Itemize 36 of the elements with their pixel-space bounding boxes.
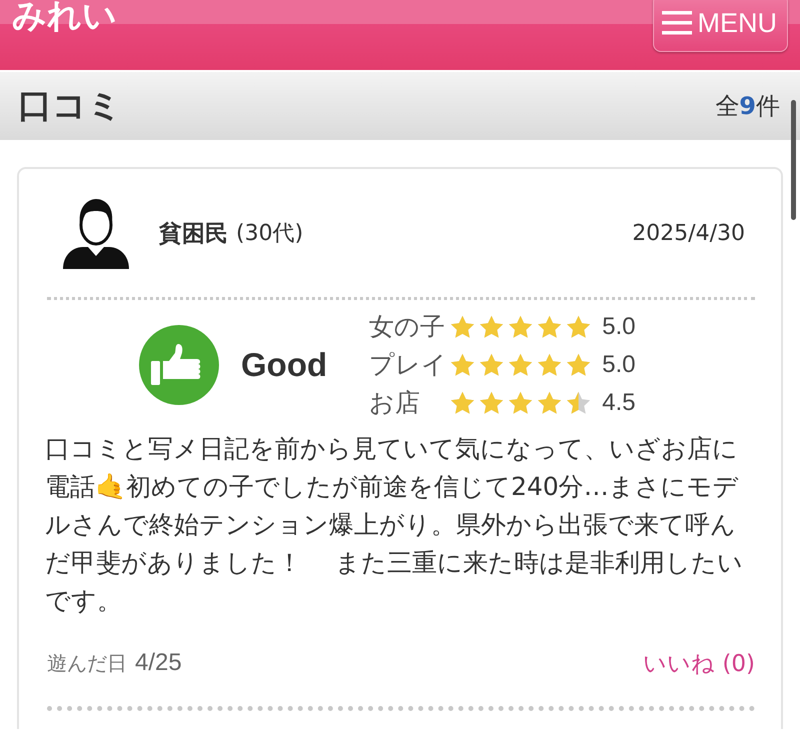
like-link[interactable]: いいね (0) [643,648,755,678]
review-text: 口コミと写メ日記を前から見ていて気になって、いざお店に電話🤙初めての子でしたが前途を信じて240分…まさにモデルさんで終始テンション爆上がり。県外から出張で来て呼んだ甲斐がありました！ また三重に来た時は是非利用したいです。 [45,433,744,617]
rating-label: 女の子 [369,311,446,343]
star-icon [507,352,534,378]
rating-label: プレイ [369,349,448,381]
review-date: 2025/4/30 [632,220,745,246]
star-icon [536,352,564,378]
verdict-label: Good [241,346,328,384]
reviewer-name: 貧困民 [159,220,228,248]
section-title: 口コミ [18,85,122,128]
site-title: みれい [12,0,117,34]
review-count: 全9件 [715,91,780,122]
reviewer-age: (30代) [236,220,304,248]
menu-button[interactable]: MENU [652,0,788,52]
visit-label: 遊んだ日 [47,650,127,676]
star-icon [478,352,506,378]
thumbs-up-icon [139,325,219,405]
star-icon [536,314,564,340]
star-icon [478,390,506,416]
rating-value: 4.5 [602,389,636,417]
star-icon [449,314,476,340]
star-icon [449,390,476,416]
star-icon [478,314,506,340]
rating-value: 5.0 [602,351,636,379]
rating-value: 5.0 [602,313,636,341]
star-icon [536,390,564,416]
visit-date: 4/25 [135,649,182,677]
star-icon [565,390,592,416]
menu-icon [662,10,692,36]
rating-label: お店 [369,387,422,419]
star-icon [449,352,476,378]
star-icon [507,390,534,416]
avatar-icon [63,197,129,269]
star-icon [565,314,592,340]
star-icon [507,314,534,340]
star-icon [565,352,592,378]
